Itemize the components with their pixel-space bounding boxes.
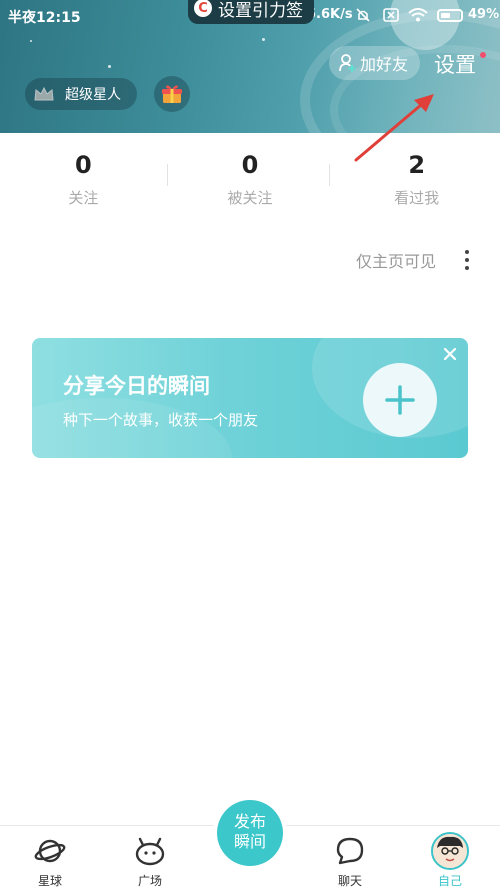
stat-divider	[329, 164, 331, 186]
stat-value: 0	[74, 151, 92, 179]
tab-label: 广场	[137, 874, 162, 888]
tab-label: 星球	[37, 874, 62, 888]
stat-value: 0	[241, 151, 259, 179]
stat-label: 被关注	[227, 189, 273, 207]
add-friend-button[interactable]: 加好友	[329, 46, 420, 80]
add-friend-label: 加好友	[360, 55, 409, 74]
planet-icon	[34, 839, 66, 863]
follow-stats: 0 关注 0 被关注 2 看过我	[0, 133, 500, 213]
avatar-face-icon	[433, 834, 467, 868]
tab-chat[interactable]: 聊天	[300, 826, 400, 889]
card-subtitle: 种下一个故事，收获一个朋友	[63, 411, 259, 429]
settings-button[interactable]: 设置	[434, 49, 476, 79]
floating-settings-tag-label: 设置引力签	[218, 0, 303, 21]
more-options-icon[interactable]	[462, 249, 472, 271]
close-icon[interactable]	[442, 346, 458, 362]
tab-label: 自己	[437, 874, 462, 888]
gift-button[interactable]	[154, 76, 190, 112]
stat-value: 2	[408, 151, 426, 179]
stat-label: 看过我	[394, 189, 440, 207]
superstar-badge[interactable]: 超级星人	[25, 78, 137, 110]
square-icon	[135, 837, 165, 866]
avatar[interactable]	[431, 832, 469, 870]
plus-icon	[385, 385, 415, 415]
publish-label-line1: 发布	[233, 812, 266, 831]
notification-dot	[480, 52, 486, 58]
stat-label: 关注	[68, 189, 99, 207]
tab-planet[interactable]: 星球	[0, 826, 100, 889]
floating-settings-tag[interactable]: C 设置引力签	[188, 0, 314, 24]
publish-moment-button[interactable]: 发布 瞬间	[217, 800, 283, 866]
add-friend-icon	[339, 54, 356, 72]
gift-icon	[162, 85, 182, 103]
card-title: 分享今日的瞬间	[63, 374, 210, 398]
share-moment-card[interactable]: 分享今日的瞬间 种下一个故事，收获一个朋友	[32, 338, 468, 458]
c-badge-icon: C	[194, 0, 212, 17]
add-moment-button[interactable]	[363, 363, 437, 437]
battery-icon	[437, 9, 463, 22]
stat-followers[interactable]: 0 被关注	[166, 133, 334, 213]
tab-label: 聊天	[337, 874, 362, 888]
battery-percent: 49%	[468, 7, 500, 22]
stat-divider	[166, 164, 168, 186]
tab-square[interactable]: 广场	[100, 826, 200, 889]
header-star	[30, 40, 32, 42]
visibility-setting[interactable]: 仅主页可见	[356, 248, 436, 272]
header-star	[108, 65, 111, 68]
header-star	[262, 38, 265, 41]
chat-bubble-icon	[336, 837, 364, 865]
publish-label-line2: 瞬间	[233, 832, 266, 851]
crown-icon	[34, 86, 54, 101]
superstar-label: 超级星人	[65, 87, 121, 103]
sim-off-icon	[383, 8, 399, 22]
stat-visitors[interactable]: 2 看过我	[329, 133, 500, 213]
stat-following[interactable]: 0 关注	[0, 133, 167, 213]
mute-icon	[356, 8, 370, 22]
profile-page: 半夜12:15 5.6K/s 49% C 设置引力签 加好友 设置 超级星人 0…	[0, 0, 500, 889]
wifi-icon	[408, 8, 428, 22]
status-time: 半夜12:15	[8, 10, 81, 26]
